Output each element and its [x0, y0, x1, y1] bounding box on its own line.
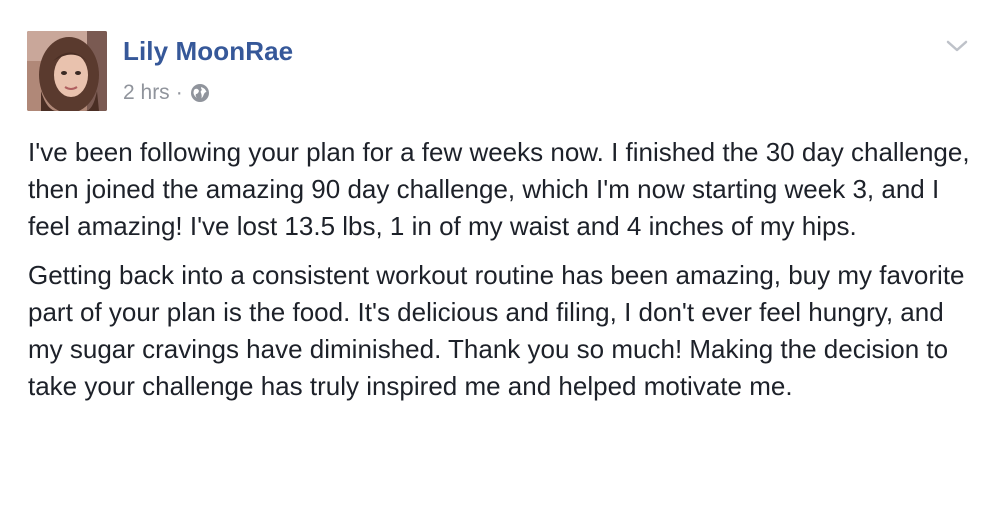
- post-timestamp[interactable]: 2 hrs: [123, 81, 170, 105]
- post-paragraph: I've been following your plan for a few …: [28, 137, 970, 241]
- meta-separator: ·: [175, 81, 183, 104]
- post-body: I've been following your plan for a few …: [28, 134, 978, 417]
- chevron-down-icon[interactable]: [944, 36, 970, 56]
- globe-icon[interactable]: [190, 83, 210, 103]
- facebook-post: Lily MoonRae 2 hrs · I've been following…: [0, 0, 990, 514]
- avatar-photo: [27, 31, 107, 111]
- avatar[interactable]: [27, 31, 107, 111]
- post-paragraph: Getting back into a consistent workout r…: [28, 260, 965, 401]
- author-name[interactable]: Lily MoonRae: [123, 36, 293, 67]
- post-meta: 2 hrs ·: [123, 80, 210, 106]
